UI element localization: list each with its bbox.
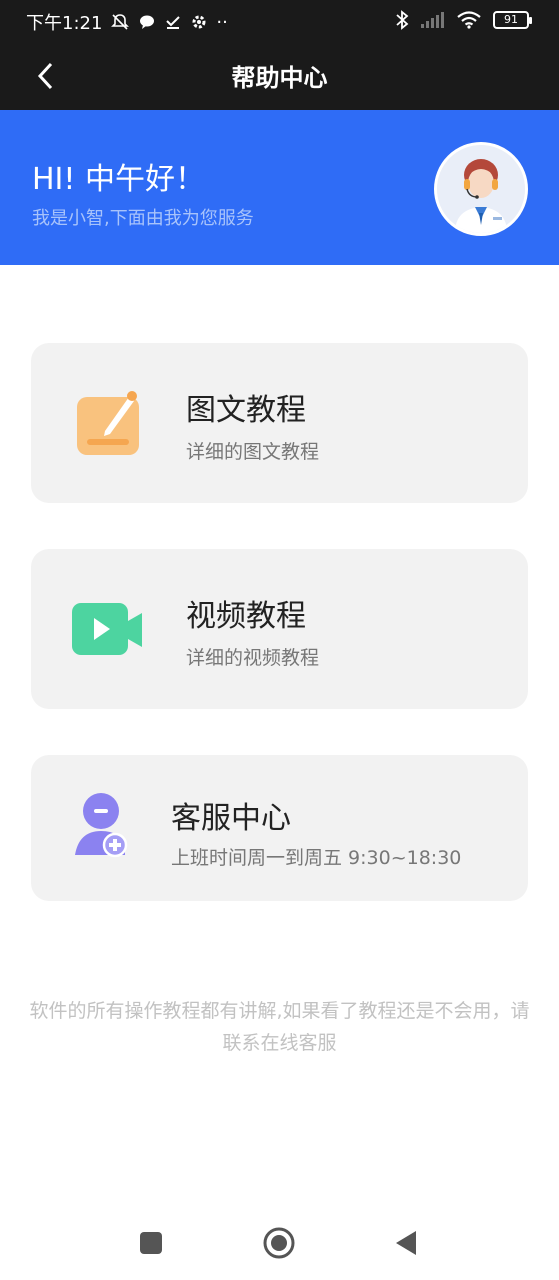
header-bar: 帮助中心 <box>0 42 559 110</box>
status-left: 下午1:21 ·· <box>26 9 228 35</box>
recent-apps-button[interactable] <box>139 1231 163 1255</box>
customer-service-avatar <box>434 142 528 236</box>
help-footer-note: 软件的所有操作教程都有讲解,如果看了教程还是不会用，请联系在线客服 <box>29 1000 530 1054</box>
greeting-banner: HI! 中午好！ 我是小智,下面由我为您服务 <box>0 110 559 265</box>
card-description: 上班时间周一到周五 9:30~18:30 <box>171 847 462 869</box>
status-bar: 下午1:21 ·· 91 <box>0 0 559 42</box>
triangle-back-icon <box>396 1231 416 1255</box>
chat-bubble-icon <box>140 15 155 29</box>
card-title: 客服中心 <box>171 801 291 836</box>
card-customer-service[interactable]: 客服中心 上班时间周一到周五 9:30~18:30 <box>31 755 528 901</box>
system-navigation-bar <box>0 1205 559 1280</box>
card-description: 详细的图文教程 <box>186 441 320 463</box>
battery-level: 91 <box>504 13 518 26</box>
download-check-icon <box>166 16 181 29</box>
back-nav-button[interactable] <box>394 1229 418 1257</box>
signal-icon <box>421 12 444 28</box>
status-more-dots: ·· <box>216 11 228 33</box>
status-time: 下午1:21 <box>26 13 103 34</box>
card-title: 图文教程 <box>186 393 306 428</box>
card-description: 详细的视频教程 <box>186 647 320 669</box>
greeting-subtitle: 我是小智,下面由我为您服务 <box>32 208 254 229</box>
wifi-icon <box>457 11 481 29</box>
square-icon <box>140 1232 162 1254</box>
card-title: 视频教程 <box>186 599 306 634</box>
greeting-text: HI! 中午好！ <box>32 162 205 197</box>
video-camera-icon <box>72 603 144 661</box>
assistant-avatar-icon <box>437 145 525 233</box>
circle-home-icon <box>263 1227 295 1259</box>
bluetooth-icon <box>396 10 409 30</box>
gear-icon <box>192 15 206 29</box>
mute-bell-icon <box>111 14 130 30</box>
edit-document-icon <box>77 389 141 459</box>
card-image-text-tutorial[interactable]: 图文教程 详细的图文教程 <box>31 343 528 503</box>
home-button[interactable] <box>263 1227 295 1259</box>
battery-icon: 91 <box>493 11 532 29</box>
page-title: 帮助中心 <box>231 64 328 92</box>
card-video-tutorial[interactable]: 视频教程 详细的视频教程 <box>31 549 528 709</box>
status-right: 91 <box>395 10 532 30</box>
customer-service-icon <box>75 791 129 863</box>
